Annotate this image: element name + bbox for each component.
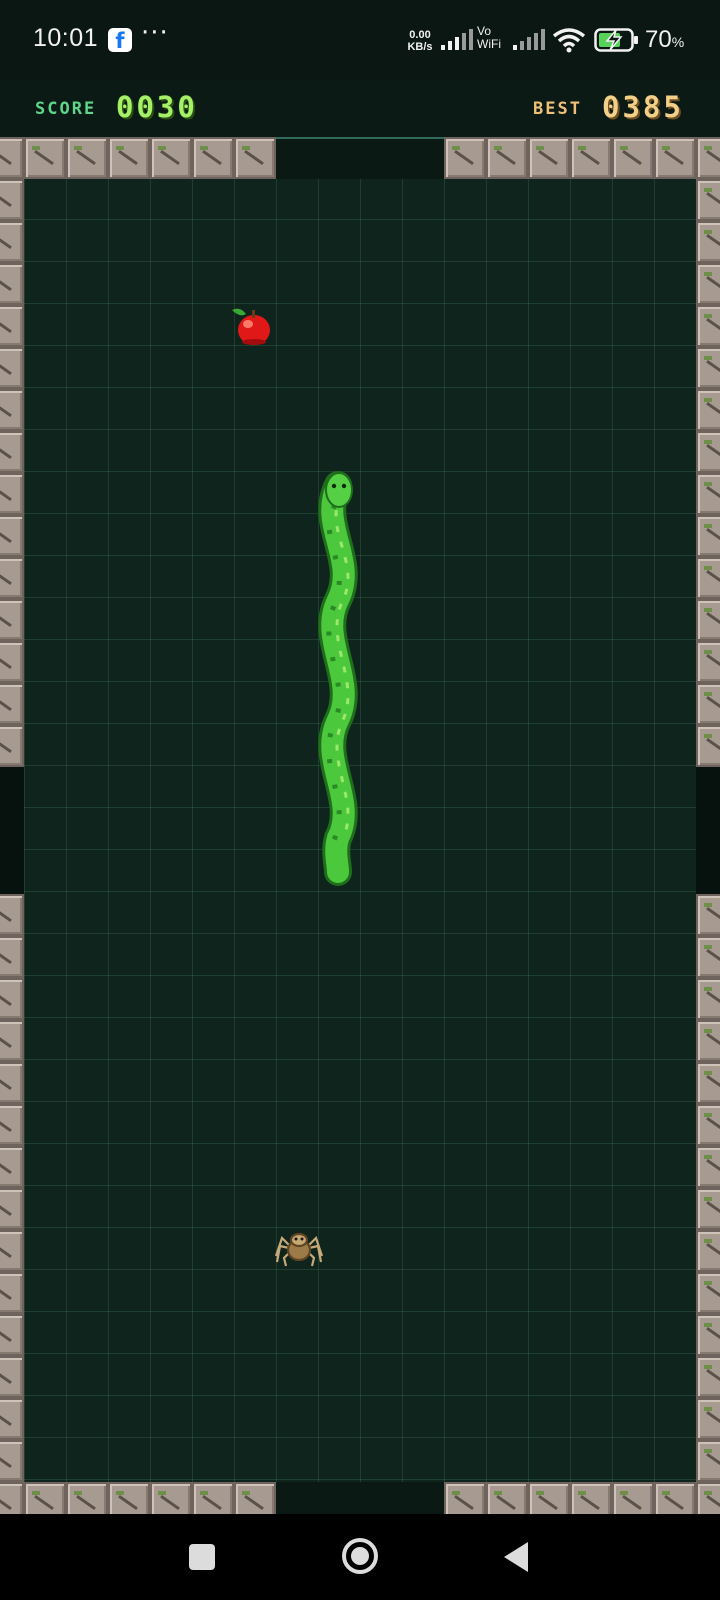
game-layer	[232, 308, 358, 1267]
apple-icon	[232, 308, 270, 345]
snake	[318, 471, 358, 886]
home-button[interactable]	[342, 1538, 378, 1574]
back-button[interactable]	[504, 1542, 528, 1572]
spider-icon	[274, 1232, 324, 1267]
recent-apps-button[interactable]	[189, 1544, 215, 1570]
